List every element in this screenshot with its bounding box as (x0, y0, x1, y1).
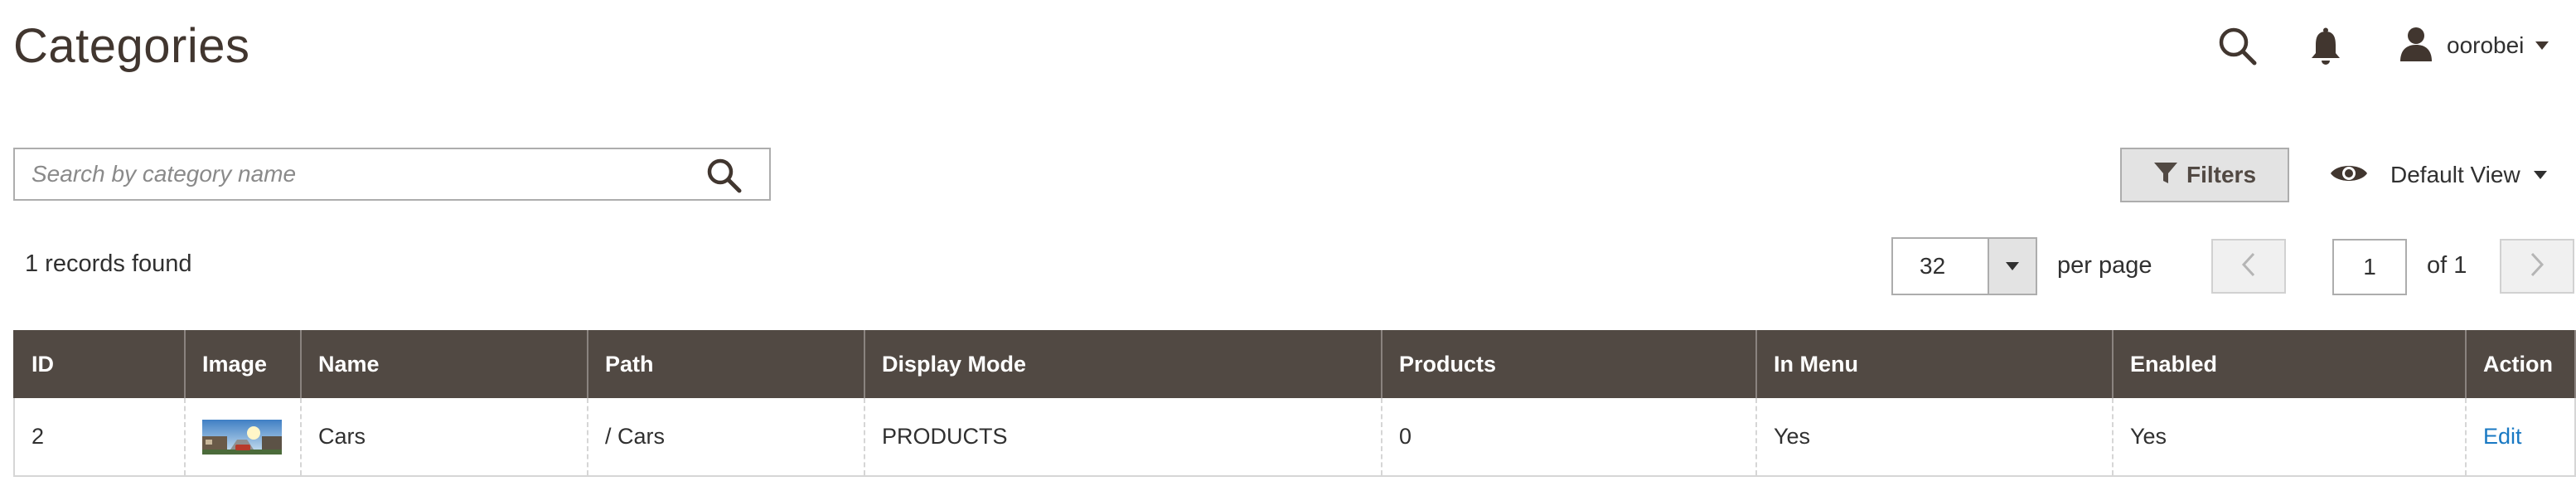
records-found: 1 records found (25, 250, 192, 277)
filters-label: Filters (2186, 162, 2257, 187)
chevron-left-icon (2241, 252, 2256, 281)
cell-path: / Cars (587, 398, 864, 477)
table-header-row: ID Image Name Path Display Mode Products… (13, 330, 2576, 398)
search-field (13, 148, 771, 201)
column-header-enabled[interactable]: Enabled (2112, 330, 2467, 398)
filter-icon (2153, 161, 2178, 190)
cell-in-menu: Yes (1755, 398, 2113, 477)
header-search-icon[interactable] (2216, 25, 2259, 68)
column-header-path[interactable]: Path (587, 330, 865, 398)
categories-grid: ID Image Name Path Display Mode Products… (13, 330, 2576, 477)
cell-enabled: Yes (2112, 398, 2466, 477)
category-thumbnail (202, 419, 282, 455)
chevron-down-icon (2533, 171, 2547, 179)
page-number-input[interactable] (2332, 239, 2407, 295)
user-icon (2400, 27, 2432, 66)
view-label: Default View (2390, 162, 2520, 187)
username: oorobei (2447, 32, 2525, 58)
search-input[interactable] (15, 149, 695, 199)
view-switcher[interactable]: Default View (2329, 149, 2547, 201)
edit-link[interactable]: Edit (2483, 424, 2522, 449)
column-header-in-menu[interactable]: In Menu (1755, 330, 2114, 398)
column-header-image: Image (184, 330, 302, 398)
column-header-action: Action (2465, 330, 2576, 398)
table-row[interactable]: 2 Cars / Cars PRODUCTS 0 Yes Yes Edit (13, 398, 2576, 477)
cell-name: Cars (300, 398, 588, 477)
column-header-id[interactable]: ID (13, 330, 186, 398)
chevron-down-icon (2535, 41, 2549, 50)
per-page-label: per page (2057, 252, 2152, 279)
previous-page-button[interactable] (2211, 239, 2286, 294)
column-header-name[interactable]: Name (300, 330, 588, 398)
column-header-display-mode[interactable]: Display Mode (864, 330, 1382, 398)
column-header-products[interactable]: Products (1381, 330, 1757, 398)
search-icon[interactable] (705, 156, 744, 196)
per-page-select[interactable]: 32 (1891, 237, 2037, 295)
filters-button[interactable]: Filters (2120, 148, 2289, 202)
bell-icon[interactable] (2309, 27, 2342, 66)
user-menu[interactable]: oorobei (2400, 23, 2549, 68)
eye-icon (2329, 161, 2369, 190)
cell-products: 0 (1381, 398, 1756, 477)
chevron-right-icon (2530, 252, 2545, 281)
next-page-button[interactable] (2500, 239, 2574, 294)
cell-display-mode: PRODUCTS (864, 398, 1382, 477)
cell-id: 2 (13, 398, 185, 477)
per-page-value: 32 (1920, 253, 1946, 279)
page-title: Categories (13, 19, 250, 73)
per-page-dropdown-toggle[interactable] (1988, 239, 2036, 294)
cell-action: Edit (2465, 398, 2576, 477)
page-total: of 1 (2427, 252, 2467, 279)
chevron-down-icon (2006, 262, 2019, 270)
cell-image (184, 398, 301, 477)
